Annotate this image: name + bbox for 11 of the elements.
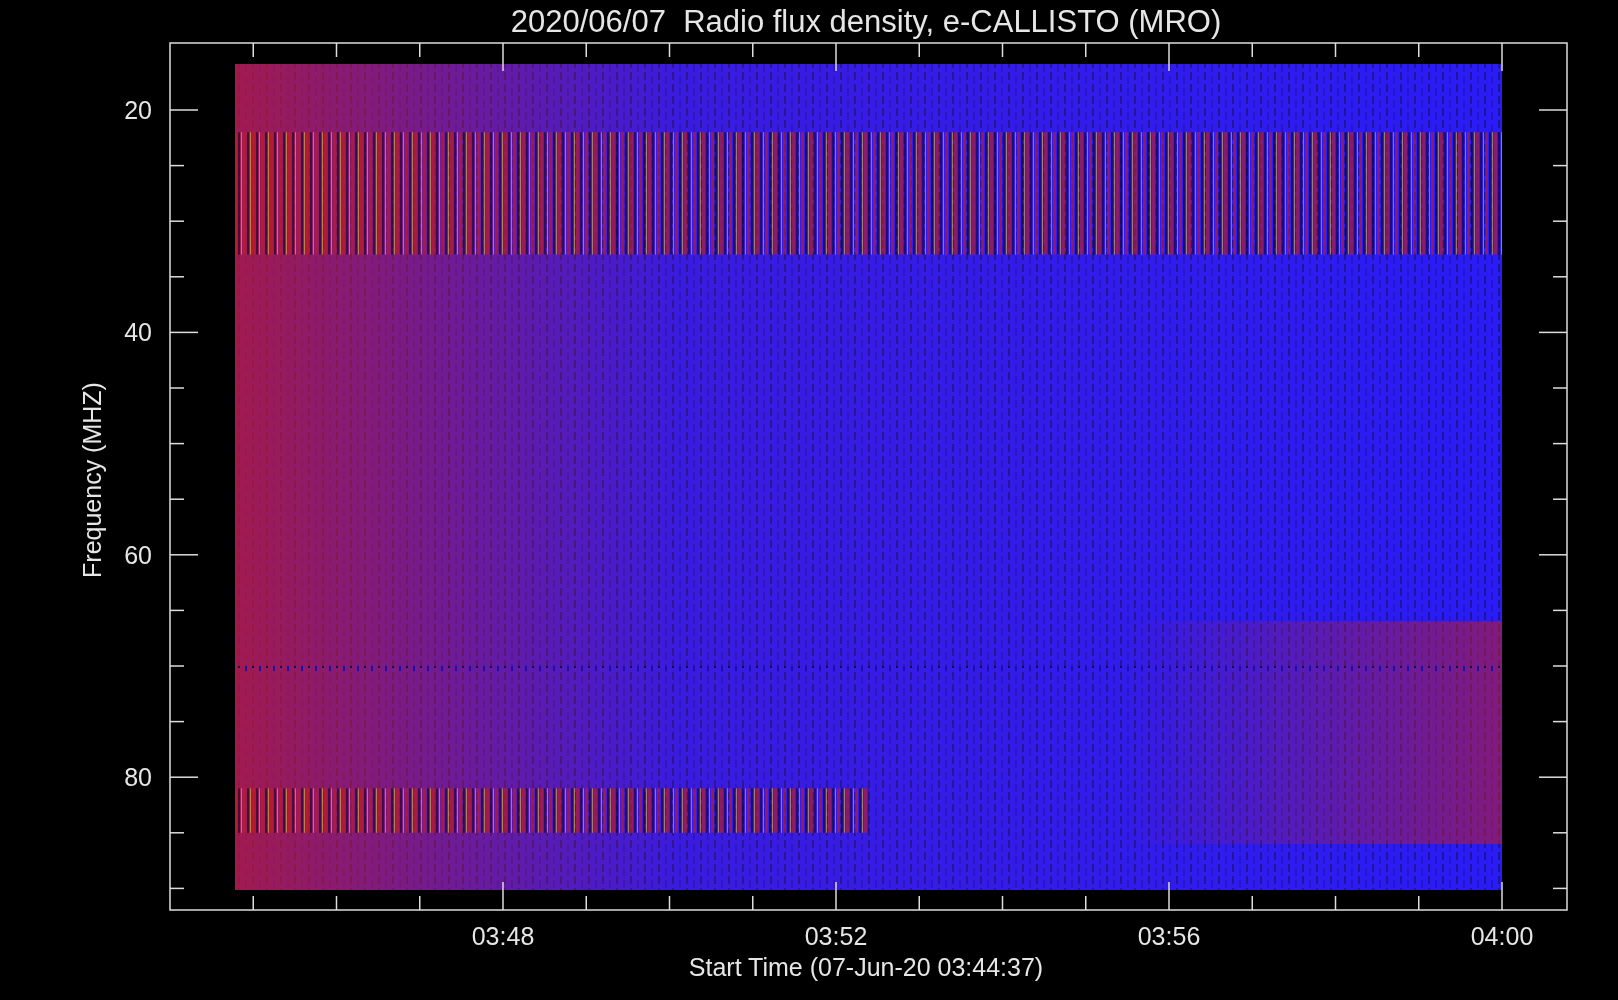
x-tick-label: 03:56 [1137,922,1201,950]
plot-title: 2020/06/07 Radio flux density, e-CALLISTO (MRO) [510,4,1222,39]
y-tick-label: 40 [124,318,152,347]
y-tick-label: 80 [124,763,152,792]
y-tick-label: 20 [124,96,152,124]
y-tick-label: 60 [124,540,152,569]
x-tick-label: 04:00 [1470,922,1534,950]
x-tick-label: 03:52 [804,922,868,950]
x-tick-label: 03:48 [471,922,535,950]
x-axis-label: Start Time (07-Jun-20 03:44:37) [688,953,1044,981]
y-axis-label: Frequency (MHZ) [78,382,106,578]
